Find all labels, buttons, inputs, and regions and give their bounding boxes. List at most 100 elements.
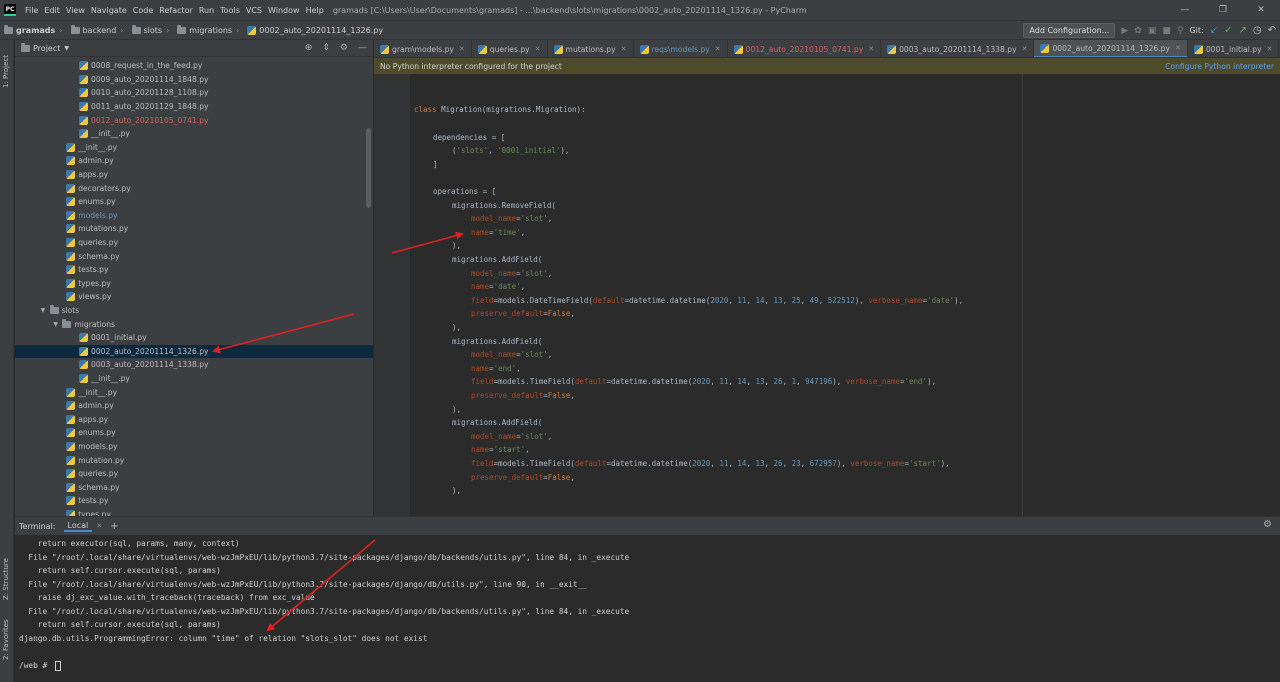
- tree-item[interactable]: ▼ migrations: [15, 317, 373, 331]
- close-tab-icon[interactable]: ✕: [535, 45, 541, 53]
- menu-navigate[interactable]: Navigate: [88, 6, 130, 15]
- debug-icon[interactable]: ✿: [1134, 26, 1142, 36]
- hide-icon[interactable]: —: [358, 43, 367, 53]
- tree-item[interactable]: __init__.py: [15, 141, 373, 155]
- menu-tools[interactable]: Tools: [217, 6, 243, 15]
- project-scrollbar[interactable]: [366, 128, 371, 208]
- chevron-down-icon[interactable]: ▼: [41, 307, 50, 314]
- coverage-icon[interactable]: ▣: [1148, 26, 1157, 36]
- tree-item[interactable]: views.py: [15, 290, 373, 304]
- close-window-icon[interactable]: ✕: [1242, 0, 1280, 20]
- structure-tool-button[interactable]: Z: Structure: [2, 558, 10, 600]
- menu-window[interactable]: Window: [265, 6, 303, 15]
- editor-tab[interactable]: 0002_auto_20201114_1326.py ✕: [1034, 40, 1188, 57]
- git-commit-icon[interactable]: ✓: [1224, 25, 1232, 36]
- tree-item[interactable]: schema.py: [15, 249, 373, 263]
- menu-help[interactable]: Help: [303, 6, 327, 15]
- git-rollback-icon[interactable]: ↶: [1268, 25, 1276, 36]
- tree-item[interactable]: types.py: [15, 508, 373, 516]
- menu-file[interactable]: File: [22, 6, 41, 15]
- configure-interpreter-link[interactable]: Configure Python interpreter: [1165, 62, 1274, 71]
- run-icon[interactable]: ▶: [1121, 26, 1128, 36]
- tree-item[interactable]: models.py: [15, 209, 373, 223]
- editor-tab[interactable]: gram\models.py ✕: [374, 40, 472, 57]
- tree-item[interactable]: enums.py: [15, 195, 373, 209]
- chevron-down-icon[interactable]: ▼: [64, 45, 69, 52]
- locate-icon[interactable]: ⊕: [305, 43, 313, 53]
- git-history-icon[interactable]: ◷: [1253, 25, 1262, 36]
- tree-item[interactable]: apps.py: [15, 413, 373, 427]
- gear-icon[interactable]: ⚙: [340, 43, 348, 53]
- tree-item[interactable]: tests.py: [15, 263, 373, 277]
- code-area[interactable]: 567class Migration(migrations.Migration)…: [410, 74, 1280, 516]
- terminal-cursor[interactable]: [54, 660, 61, 671]
- tree-item[interactable]: __init__.py: [15, 372, 373, 386]
- chevron-down-icon[interactable]: ▼: [53, 321, 62, 328]
- tree-item[interactable]: models.py: [15, 440, 373, 454]
- tree-item[interactable]: enums.py: [15, 426, 373, 440]
- add-configuration-button[interactable]: Add Configuration...: [1023, 23, 1116, 38]
- tree-item[interactable]: decorators.py: [15, 181, 373, 195]
- tree-item[interactable]: queries.py: [15, 467, 373, 481]
- minimize-icon[interactable]: —: [1166, 0, 1204, 20]
- tree-item[interactable]: 0011_auto_20201129_1848.py: [15, 100, 373, 114]
- git-update-icon[interactable]: ↙: [1210, 25, 1218, 36]
- tree-item[interactable]: 0002_auto_20201114_1326.py: [15, 344, 373, 359]
- close-tab-icon[interactable]: ✕: [1175, 44, 1181, 52]
- gear-icon[interactable]: ⚙: [1263, 519, 1272, 530]
- editor-tab[interactable]: 0003_auto_20201114_1338.py ✕: [881, 40, 1035, 57]
- menu-edit[interactable]: Edit: [41, 6, 63, 15]
- tree-item[interactable]: 0008_request_in_the_feed.py: [15, 59, 373, 73]
- terminal-output[interactable]: return executor(sql, params, many, conte…: [15, 535, 1280, 682]
- menu-code[interactable]: Code: [130, 6, 156, 15]
- tree-item[interactable]: 0010_auto_20201128_1108.py: [15, 86, 373, 100]
- tree-item[interactable]: admin.py: [15, 154, 373, 168]
- tree-item[interactable]: queries.py: [15, 236, 373, 250]
- editor-tab[interactable]: mutations.py ✕: [548, 40, 634, 57]
- editor-tab[interactable]: reqs\models.py ✕: [634, 40, 728, 57]
- menu-run[interactable]: Run: [196, 6, 217, 15]
- close-icon[interactable]: ✕: [96, 522, 102, 530]
- stop-icon[interactable]: ■: [1162, 26, 1171, 36]
- new-terminal-icon[interactable]: +: [110, 521, 118, 532]
- restore-icon[interactable]: ❐: [1204, 0, 1242, 20]
- close-tab-icon[interactable]: ✕: [459, 45, 465, 53]
- breadcrumb-item[interactable]: 0002_auto_20201114_1326.py: [247, 25, 383, 35]
- tree-item[interactable]: mutations.py: [15, 222, 373, 236]
- tree-item[interactable]: mutation.py: [15, 453, 373, 467]
- close-tab-icon[interactable]: ✕: [621, 45, 627, 53]
- tree-item[interactable]: admin.py: [15, 399, 373, 413]
- search-icon[interactable]: ⚲: [1177, 26, 1184, 36]
- collapse-icon[interactable]: ⇕: [322, 43, 330, 53]
- tree-item[interactable]: types.py: [15, 277, 373, 291]
- close-tab-icon[interactable]: ✕: [868, 45, 874, 53]
- tree-item[interactable]: 0012_auto_20210105_0741.py: [15, 113, 373, 127]
- tree-item[interactable]: __init__.py: [15, 385, 373, 399]
- tree-item[interactable]: schema.py: [15, 481, 373, 495]
- editor-tab[interactable]: 0001_initial.py ✕: [1188, 40, 1280, 57]
- editor-tab[interactable]: 0012_auto_20210105_0741.py ✕: [728, 40, 882, 57]
- close-tab-icon[interactable]: ✕: [1267, 45, 1273, 53]
- breadcrumb-item[interactable]: gramads ›: [4, 24, 67, 35]
- project-tool-button[interactable]: 1: Project: [2, 55, 10, 88]
- git-push-icon[interactable]: ↗: [1238, 25, 1246, 36]
- breadcrumb-item[interactable]: backend ›: [70, 24, 128, 35]
- tree-item[interactable]: 0003_auto_20201114_1338.py: [15, 358, 373, 372]
- menu-view[interactable]: View: [63, 6, 88, 15]
- breadcrumb-item[interactable]: migrations ›: [177, 24, 243, 35]
- favorites-tool-button[interactable]: 2: Favorites: [2, 619, 10, 660]
- close-tab-icon[interactable]: ✕: [1022, 45, 1028, 53]
- breadcrumb-item[interactable]: slots ›: [131, 24, 174, 35]
- tree-item[interactable]: tests.py: [15, 494, 373, 508]
- close-tab-icon[interactable]: ✕: [715, 45, 721, 53]
- project-title[interactable]: Project: [33, 44, 60, 53]
- tree-item[interactable]: 0009_auto_20201114_1848.py: [15, 73, 373, 87]
- menu-refactor[interactable]: Refactor: [156, 6, 196, 15]
- terminal-tab-local[interactable]: Local: [63, 521, 93, 532]
- editor-tab[interactable]: queries.py ✕: [472, 40, 548, 57]
- menu-vcs[interactable]: VCS: [243, 6, 265, 15]
- tree-item[interactable]: __init__.py: [15, 127, 373, 141]
- tree-item[interactable]: apps.py: [15, 168, 373, 182]
- tree-item[interactable]: 0001_initial.py: [15, 331, 373, 345]
- tree-item[interactable]: ▼ slots: [15, 304, 373, 318]
